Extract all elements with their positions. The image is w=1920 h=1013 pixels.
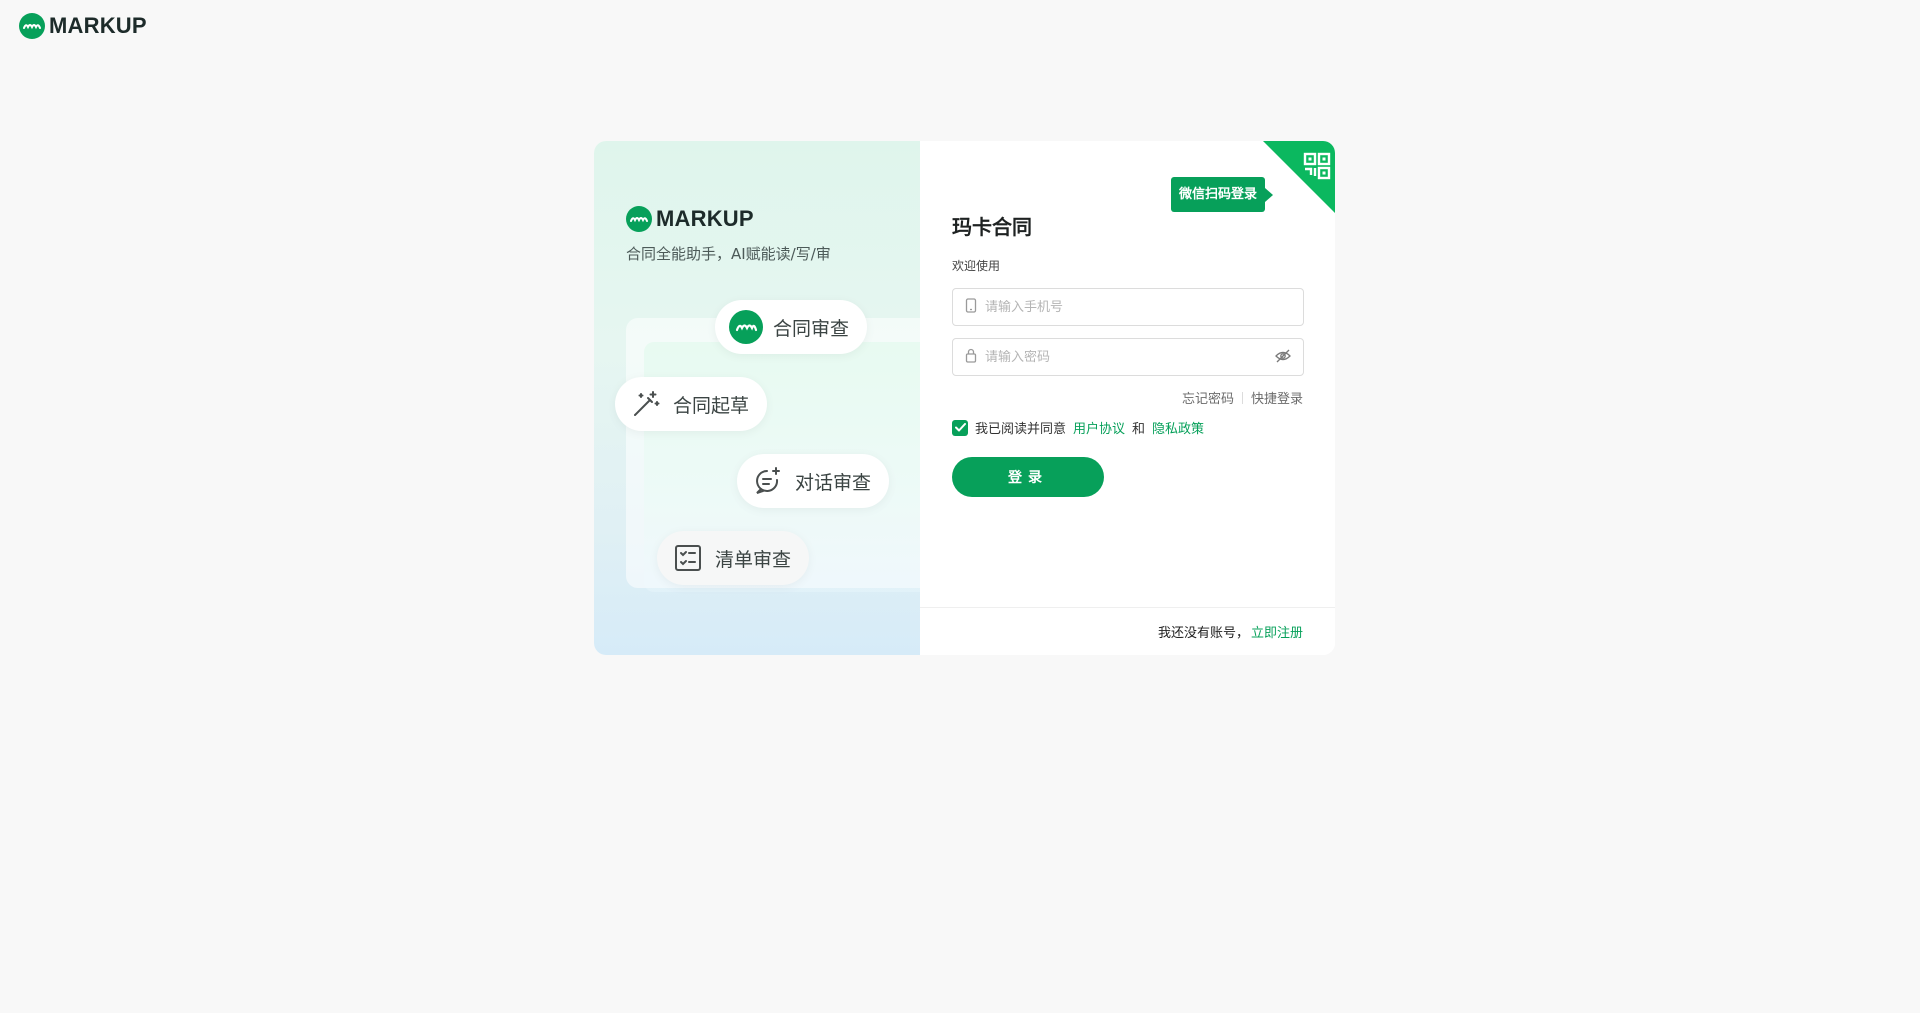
feature-label: 合同起草: [673, 394, 750, 417]
feature-checklist-review: 清单审查: [657, 531, 810, 585]
user-agreement-link[interactable]: 用户协议: [1073, 418, 1125, 437]
feature-chat-review: 对话审查: [737, 454, 890, 508]
qr-login-corner[interactable]: [1263, 141, 1335, 213]
agree-checkbox[interactable]: [952, 419, 968, 436]
brand-name: MARKUP: [656, 206, 754, 231]
feature-label: 对话审查: [795, 471, 872, 494]
no-account-text: 我还没有账号，: [1157, 626, 1249, 641]
phone-input[interactable]: [985, 299, 1291, 315]
divider: [1241, 391, 1243, 404]
top-logo[interactable]: MARKUP: [19, 13, 147, 39]
slogan: 合同全能助手，AI赋能读/写/审: [626, 245, 831, 263]
auth-links: 忘记密码 快捷登录: [1182, 388, 1303, 407]
feature-contract-review: 合同审查: [715, 300, 868, 354]
promo-panel: MARKUP 合同全能助手，AI赋能读/写/审 合同审查 合同起草 对话审查 清…: [594, 141, 934, 655]
register-link[interactable]: 立即注册: [1251, 622, 1303, 641]
phone-field[interactable]: [952, 288, 1304, 326]
agreement-row: 我已阅读并同意 用户协议 和 隐私政策: [952, 418, 1204, 437]
password-input[interactable]: [985, 349, 1267, 365]
lock-icon: [965, 348, 977, 367]
register-footer: 我还没有账号， 立即注册: [920, 607, 1335, 655]
magic-wand-icon: [629, 387, 663, 421]
login-form: 微信扫码登录 玛卡合同 欢迎使用 忘记密码 快捷登录: [920, 141, 1335, 655]
wechat-login-tooltip[interactable]: 微信扫码登录: [1170, 177, 1274, 212]
checklist-icon: [671, 541, 705, 575]
welcome-text: 欢迎使用: [952, 259, 1001, 273]
feature-contract-draft: 合同起草: [615, 377, 768, 431]
and-text: 和: [1132, 422, 1146, 437]
markup-logo-icon: [626, 206, 652, 232]
markup-logo-icon: [729, 310, 763, 344]
feature-label: 合同审查: [773, 317, 850, 340]
eye-off-icon[interactable]: [1275, 348, 1291, 367]
forgot-password-link[interactable]: 忘记密码: [1182, 388, 1234, 407]
login-card: MARKUP 合同全能助手，AI赋能读/写/审 合同审查 合同起草 对话审查 清…: [594, 141, 1335, 655]
chat-sparkle-icon: [751, 464, 785, 498]
app-title: 玛卡合同: [952, 215, 1032, 239]
phone-icon: [965, 297, 977, 317]
agree-prefix: 我已阅读并同意: [975, 422, 1067, 437]
brand-name: MARKUP: [49, 13, 147, 38]
password-field[interactable]: [952, 338, 1304, 376]
privacy-policy-link[interactable]: 隐私政策: [1152, 418, 1204, 437]
panel-logo: MARKUP: [626, 206, 754, 232]
login-button[interactable]: 登录: [952, 457, 1104, 497]
quick-login-link[interactable]: 快捷登录: [1251, 388, 1303, 407]
feature-label: 清单审查: [715, 548, 792, 571]
markup-logo-icon: [19, 13, 45, 39]
